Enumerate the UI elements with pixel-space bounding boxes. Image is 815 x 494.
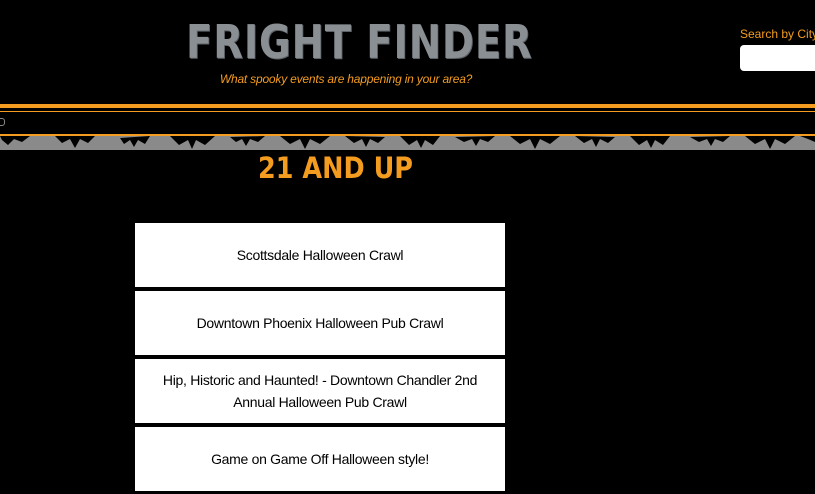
menu-toggle-icon[interactable] (0, 118, 5, 126)
event-title: Game on Game Off Halloween style! (211, 451, 429, 467)
search-label: Search by City! (740, 27, 815, 41)
event-card[interactable]: Scottsdale Halloween Crawl (135, 223, 505, 287)
event-title: Scottsdale Halloween Crawl (236, 247, 404, 263)
page: FRIGHT FINDER What spooky events are hap… (0, 0, 815, 494)
city-search-input[interactable] (740, 45, 815, 71)
event-card[interactable]: Game on Game Off Halloween style! (135, 427, 505, 491)
bat-silhouette-icon (0, 136, 815, 149)
event-card[interactable]: Downtown Phoenix Halloween Pub Crawl (135, 291, 505, 355)
site-title[interactable]: FRIGHT FINDER (186, 14, 532, 70)
nav-bar (0, 112, 815, 134)
site-tagline: What spooky events are happening in your… (219, 72, 473, 86)
event-title: Downtown Phoenix Halloween Pub Crawl (196, 315, 444, 331)
event-card[interactable]: Hip, Historic and Haunted! - Downtown Ch… (135, 359, 505, 423)
section-heading: 21 AND UP (258, 151, 414, 185)
nav-border-top (0, 104, 815, 108)
event-title: Hip, Historic and Haunted! - Downtown Ch… (162, 372, 478, 410)
bat-banner (0, 136, 815, 150)
